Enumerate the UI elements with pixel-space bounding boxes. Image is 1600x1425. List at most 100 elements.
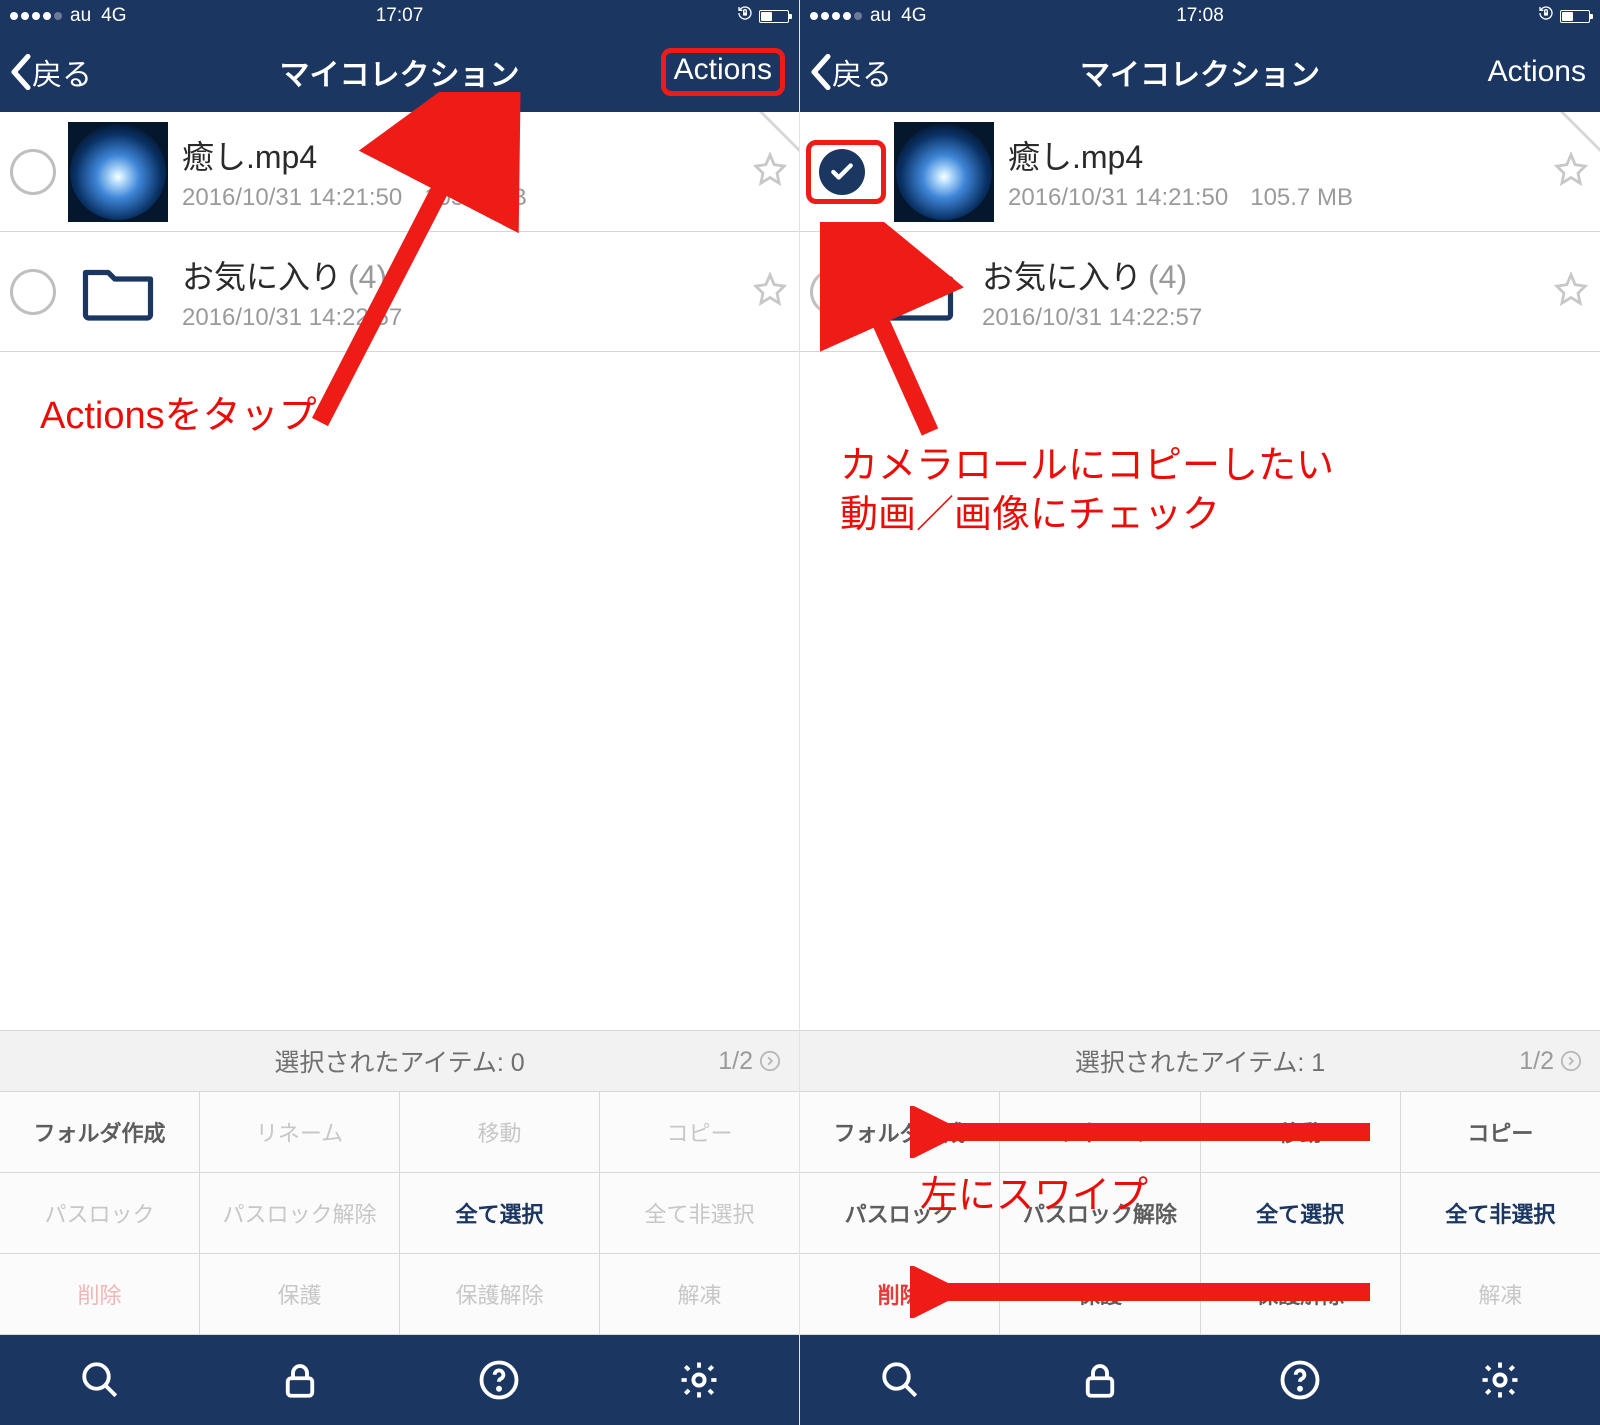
item-size: 105.7 MB xyxy=(424,184,527,212)
grid-btn-select-all[interactable]: 全て選択 xyxy=(1201,1173,1400,1253)
chevron-right-icon[interactable] xyxy=(1560,1050,1582,1072)
tab-bar xyxy=(800,1335,1600,1425)
nav-bar: 戻る マイコレクション Actions xyxy=(0,32,799,112)
grid-btn-deselect-all[interactable]: 全て非選択 xyxy=(1401,1173,1600,1253)
screenshot-left: au 4G 17:07 戻る マイコレクション Actions 癒し.mp4 2… xyxy=(0,0,800,1425)
back-button[interactable]: 戻る xyxy=(10,50,92,94)
network-label: 4G xyxy=(101,5,126,27)
item-date: 2016/10/31 14:22:57 xyxy=(982,304,1202,332)
grid-btn-delete[interactable]: 削除 xyxy=(800,1254,999,1334)
grid-btn-copy[interactable]: コピー xyxy=(600,1092,799,1172)
page-title: マイコレクション xyxy=(1080,50,1320,94)
status-bar: au 4G 17:08 xyxy=(800,0,1600,32)
grid-btn-copy[interactable]: コピー xyxy=(1401,1092,1600,1172)
grid-btn-select-all[interactable]: 全て選択 xyxy=(400,1173,599,1253)
item-date: 2016/10/31 14:21:50 xyxy=(182,184,402,212)
grid-btn-unprotect[interactable]: 保護解除 xyxy=(1201,1254,1400,1334)
back-label: 戻る xyxy=(32,50,92,94)
carrier-label: au xyxy=(70,5,91,27)
grid-btn-protect[interactable]: 保護 xyxy=(1000,1254,1199,1334)
clock-label: 17:08 xyxy=(1176,5,1224,27)
signal-dots-icon xyxy=(10,12,62,20)
actions-button[interactable]: Actions xyxy=(1488,55,1586,89)
grid-btn-protect[interactable]: 保護 xyxy=(200,1254,399,1334)
grid-btn-passlock[interactable]: パスロック xyxy=(800,1173,999,1253)
content-area: カメラロールにコピーしたい 動画／画像にチェック xyxy=(800,352,1600,1030)
select-checkbox-checked[interactable] xyxy=(819,149,865,195)
status-bar: au 4G 17:07 xyxy=(0,0,799,32)
grid-btn-delete[interactable]: 削除 xyxy=(0,1254,199,1334)
annotation-text: カメラロールにコピーしたい 動画／画像にチェック xyxy=(840,442,1334,541)
lock-icon[interactable] xyxy=(1077,1357,1123,1403)
help-icon[interactable] xyxy=(476,1357,522,1403)
page-indicator: 1/2 xyxy=(1519,1047,1554,1076)
gear-icon[interactable] xyxy=(1477,1357,1523,1403)
folder-icon xyxy=(868,242,968,342)
star-icon[interactable] xyxy=(753,272,789,311)
battery-icon xyxy=(759,10,789,23)
star-icon[interactable] xyxy=(753,152,789,191)
back-label: 戻る xyxy=(832,50,892,94)
grid-btn-move[interactable]: 移動 xyxy=(1201,1092,1400,1172)
actions-button[interactable]: Actions xyxy=(661,48,785,96)
item-count: (4) xyxy=(1148,259,1187,296)
star-icon[interactable] xyxy=(1554,272,1590,311)
grid-btn-deselect-all[interactable]: 全て非選択 xyxy=(600,1173,799,1253)
video-thumbnail xyxy=(68,122,168,222)
lock-icon[interactable] xyxy=(277,1357,323,1403)
dogear-icon xyxy=(1560,112,1600,152)
list-item[interactable]: 癒し.mp4 2016/10/31 14:21:50 105.7 MB xyxy=(800,112,1600,232)
grid-btn-unzip[interactable]: 解凍 xyxy=(600,1254,799,1334)
star-icon[interactable] xyxy=(1554,152,1590,191)
select-checkbox[interactable] xyxy=(10,269,56,315)
content-area: Actionsをタップ xyxy=(0,352,799,1030)
grid-btn-rename[interactable]: リネーム xyxy=(200,1092,399,1172)
folder-icon xyxy=(68,242,168,342)
page-indicator: 1/2 xyxy=(718,1047,753,1076)
list-item[interactable]: 癒し.mp4 2016/10/31 14:21:50 105.7 MB xyxy=(0,112,799,232)
video-thumbnail xyxy=(894,122,994,222)
grid-btn-passlock-off[interactable]: パスロック解除 xyxy=(1000,1173,1199,1253)
grid-btn-new-folder[interactable]: フォルダ作成 xyxy=(0,1092,199,1172)
battery-icon xyxy=(1560,10,1590,23)
screenshot-right: au 4G 17:08 戻る マイコレクション Actions xyxy=(800,0,1600,1425)
chevron-right-icon[interactable] xyxy=(759,1050,781,1072)
selection-bar: 選択されたアイテム: 0 1/2 xyxy=(0,1030,799,1092)
network-label: 4G xyxy=(901,5,926,27)
selection-count: 選択されたアイテム: 1 xyxy=(1075,1043,1325,1079)
item-title: お気に入り xyxy=(182,252,342,298)
nav-bar: 戻る マイコレクション Actions xyxy=(800,32,1600,112)
grid-btn-passlock[interactable]: パスロック xyxy=(0,1173,199,1253)
page-title: マイコレクション xyxy=(280,50,520,94)
gear-icon[interactable] xyxy=(676,1357,722,1403)
selection-bar: 選択されたアイテム: 1 1/2 xyxy=(800,1030,1600,1092)
item-date: 2016/10/31 14:21:50 xyxy=(1008,184,1228,212)
list-item[interactable]: お気に入り (4) 2016/10/31 14:22:57 xyxy=(0,232,799,352)
help-icon[interactable] xyxy=(1277,1357,1323,1403)
grid-btn-rename[interactable]: リネーム xyxy=(1000,1092,1199,1172)
item-title: お気に入り xyxy=(982,252,1142,298)
item-title: 癒し.mp4 xyxy=(1008,132,1143,178)
action-grid: フォルダ作成 リネーム 移動 コピー パスロック パスロック解除 全て選択 全て… xyxy=(800,1092,1600,1335)
grid-btn-move[interactable]: 移動 xyxy=(400,1092,599,1172)
file-list: 癒し.mp4 2016/10/31 14:21:50 105.7 MB お気に入… xyxy=(800,112,1600,352)
grid-btn-unzip[interactable]: 解凍 xyxy=(1401,1254,1600,1334)
back-button[interactable]: 戻る xyxy=(810,50,892,94)
signal-dots-icon xyxy=(810,12,862,20)
grid-btn-unprotect[interactable]: 保護解除 xyxy=(400,1254,599,1334)
item-size: 105.7 MB xyxy=(1250,184,1353,212)
search-icon[interactable] xyxy=(877,1357,923,1403)
dogear-icon xyxy=(759,112,799,152)
tab-bar xyxy=(0,1335,799,1425)
grid-btn-passlock-off[interactable]: パスロック解除 xyxy=(200,1173,399,1253)
item-date: 2016/10/31 14:22:57 xyxy=(182,304,402,332)
annotation-text: Actionsをタップ xyxy=(40,392,317,441)
select-checkbox[interactable] xyxy=(810,269,856,315)
search-icon[interactable] xyxy=(77,1357,123,1403)
list-item[interactable]: お気に入り (4) 2016/10/31 14:22:57 xyxy=(800,232,1600,352)
select-checkbox[interactable] xyxy=(10,149,56,195)
grid-btn-new-folder[interactable]: フォルダ作成 xyxy=(800,1092,999,1172)
item-title: 癒し.mp4 xyxy=(182,132,317,178)
clock-label: 17:07 xyxy=(376,5,424,27)
orientation-lock-icon xyxy=(737,5,753,27)
